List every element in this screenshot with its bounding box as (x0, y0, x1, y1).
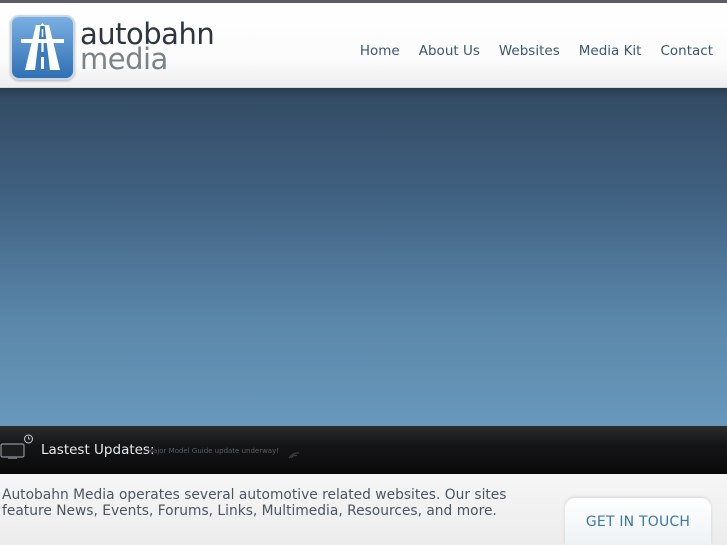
nav-websites-link[interactable]: Websites (499, 43, 560, 59)
nav-contact-link[interactable]: Contact (660, 43, 713, 59)
nav-home-link[interactable]: Home (360, 43, 400, 59)
hero-banner (0, 88, 727, 426)
get-in-touch-label: GET IN TOUCH (585, 514, 691, 530)
monitor-clock-icon (0, 434, 36, 464)
updates-label: Lastest Updates: (41, 442, 155, 458)
hero-top-shadow (0, 88, 727, 98)
highway-logo-icon[interactable] (10, 15, 75, 80)
nav-media-kit-link[interactable]: Media Kit (579, 43, 642, 59)
brand-name-line2[interactable]: media (80, 45, 168, 74)
intro-text: Autobahn Media operates several automoti… (2, 487, 507, 519)
latest-updates-bar: Lastest Updates: Major Model Guide updat… (0, 426, 727, 474)
rss-icon[interactable] (288, 444, 300, 463)
main-nav: Home About Us Websites Media Kit Contact (360, 43, 713, 59)
site-header: autobahn media Home About Us Websites Me… (0, 3, 727, 88)
latest-update-link[interactable]: Major Model Guide update underway! (147, 447, 279, 455)
intro-section: Autobahn Media operates several automoti… (0, 474, 727, 545)
nav-about-us-link[interactable]: About Us (419, 43, 480, 59)
get-in-touch-button[interactable]: GET IN TOUCH (565, 498, 711, 545)
